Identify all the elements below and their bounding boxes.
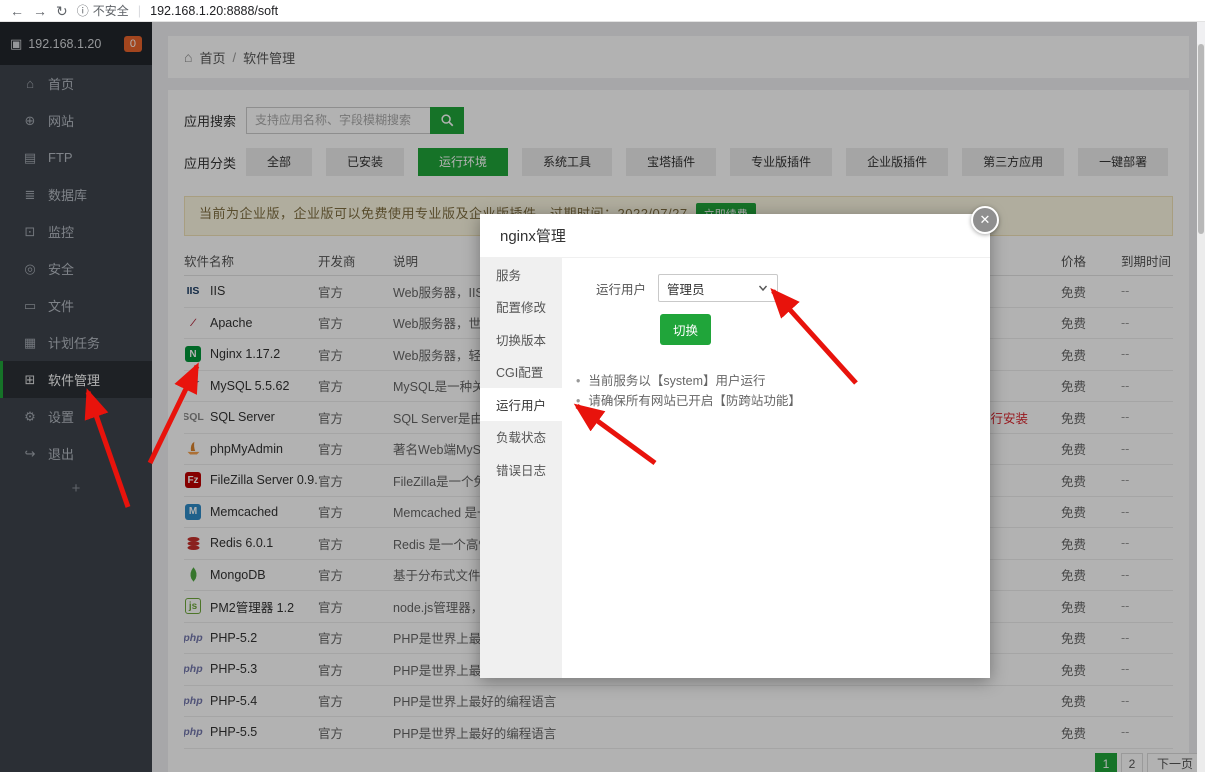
note-item: • 当前服务以【system】用户运行 — [576, 371, 990, 391]
run-user-label: 运行用户 — [596, 279, 646, 298]
chevron-down-icon — [757, 282, 769, 294]
app-viewport: ▣ 192.168.1.20 0 ⌂首页⊕网站▤FTP≣数据库⊡监控◎安全▭文件… — [0, 22, 1205, 772]
dialog-title: nginx管理 — [480, 214, 990, 258]
address-url[interactable]: 192.168.1.20:8888/soft — [150, 4, 278, 18]
bullet-icon: • — [576, 391, 580, 411]
bullet-icon: • — [576, 371, 580, 391]
dialog-tab[interactable]: CGI配置 — [480, 356, 562, 389]
dialog-tab[interactable]: 配置修改 — [480, 291, 562, 324]
browser-refresh-icon[interactable]: ↻ — [56, 4, 68, 18]
security-chip[interactable]: ⓘ 不安全 — [77, 2, 129, 19]
dialog-tab[interactable]: 负载状态 — [480, 421, 562, 454]
info-icon: ⓘ — [77, 2, 89, 19]
run-user-notes: • 当前服务以【system】用户运行 • 请确保所有网站已开启【防跨站功能】 — [576, 371, 990, 411]
switch-user-button[interactable]: 切换 — [660, 314, 711, 345]
security-label: 不安全 — [93, 2, 129, 19]
browser-bar: ← → ↻ ⓘ 不安全 | 192.168.1.20:8888/soft — [0, 0, 1205, 22]
scrollbar-thumb[interactable] — [1198, 44, 1204, 234]
run-user-select-value: 管理员 — [667, 279, 705, 298]
nginx-manage-dialog: ✕ nginx管理 服务配置修改切换版本CGI配置运行用户负载状态错误日志 运行… — [480, 214, 990, 678]
run-user-form: 运行用户 管理员 — [596, 274, 990, 302]
dialog-tabs: 服务配置修改切换版本CGI配置运行用户负载状态错误日志 — [480, 258, 562, 678]
run-user-panel: 运行用户 管理员 切换 • 当前服务以【system】用户运行 • 请确保所有网站已开… — [562, 258, 990, 678]
note-text: 当前服务以【system】用户运行 — [588, 371, 765, 391]
note-text: 请确保所有网站已开启【防跨站功能】 — [588, 391, 801, 411]
address-divider: | — [138, 3, 141, 18]
browser-back-icon[interactable]: ← — [10, 4, 24, 18]
dialog-tab[interactable]: 错误日志 — [480, 453, 562, 486]
note-item: • 请确保所有网站已开启【防跨站功能】 — [576, 391, 990, 411]
dialog-tab[interactable]: 切换版本 — [480, 323, 562, 356]
dialog-tab[interactable]: 服务 — [480, 258, 562, 291]
browser-forward-icon[interactable]: → — [33, 4, 47, 18]
dialog-body: 服务配置修改切换版本CGI配置运行用户负载状态错误日志 运行用户 管理员 切换 … — [480, 258, 990, 678]
close-icon[interactable]: ✕ — [971, 206, 999, 234]
page-scrollbar — [1197, 44, 1205, 772]
dialog-tab[interactable]: 运行用户 — [480, 388, 562, 421]
run-user-select[interactable]: 管理员 — [658, 274, 778, 302]
